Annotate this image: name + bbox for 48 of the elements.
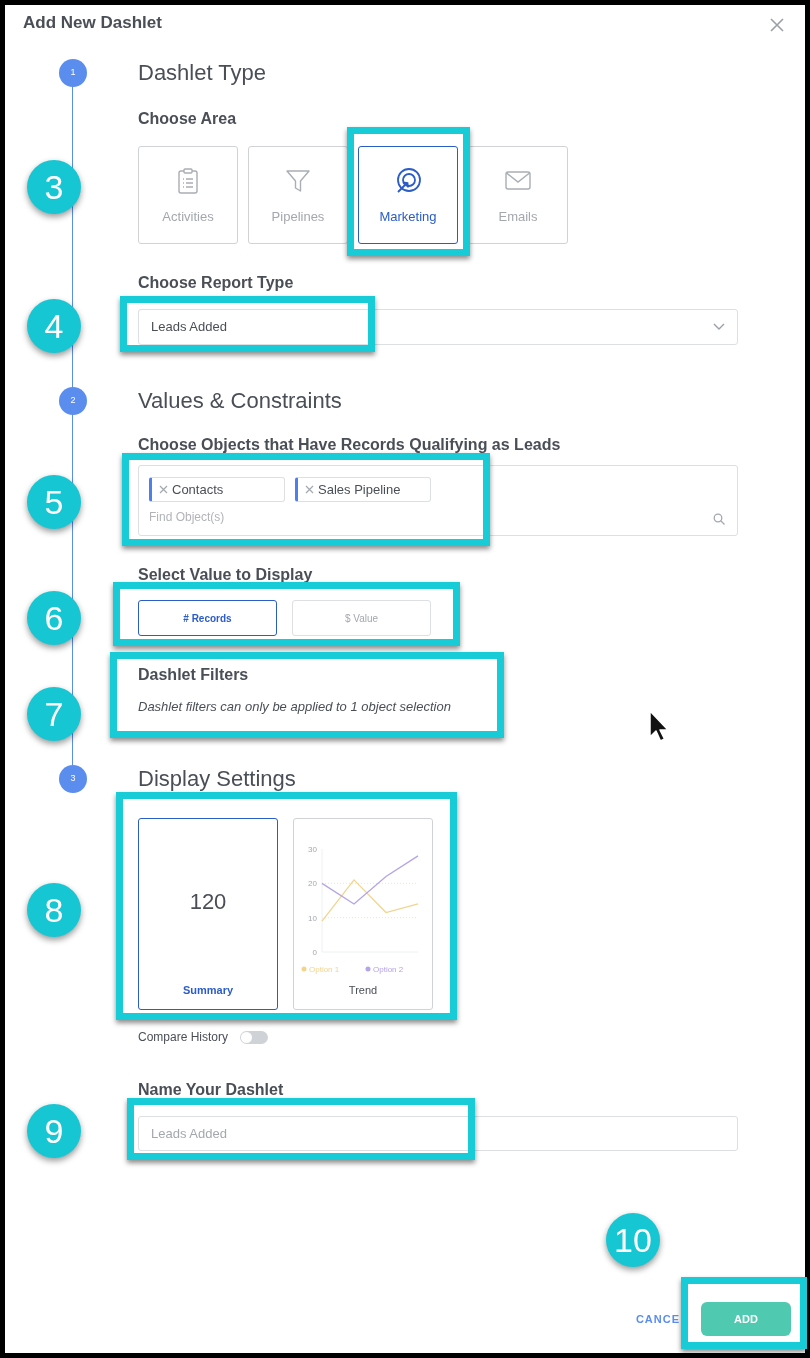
area-tile[interactable]: Marketing	[358, 146, 458, 244]
filters-note: Dashlet filters can only be applied to 1 object selection	[138, 698, 452, 716]
remove-icon[interactable]	[305, 485, 314, 494]
legend-label: Option 1	[309, 965, 340, 974]
legend-dot	[365, 966, 371, 972]
section-label: Name Your Dashlet	[138, 1080, 285, 1100]
close-button[interactable]	[769, 17, 785, 33]
display-option-card[interactable]: 0 10 20 30 Option 1 Option 2 Trend	[293, 818, 433, 1010]
legend-label: Option 2	[373, 965, 404, 974]
name-field[interactable]: Leads Added	[138, 1116, 738, 1151]
remove-icon[interactable]	[159, 485, 168, 494]
tag-label: Sales Pipeline	[318, 480, 401, 499]
cancel-button[interactable]: CANCE	[635, 1310, 680, 1328]
section-label: Choose Area	[138, 109, 238, 129]
card-label: Summary	[182, 982, 234, 998]
object-tag[interactable]: Sales Pipeline	[295, 477, 431, 502]
legend-dot	[301, 966, 307, 972]
target-icon	[394, 167, 422, 195]
axis-tick-label: 20	[308, 879, 317, 889]
step-number: 1	[59, 59, 87, 87]
section-label: Dashlet Filters	[138, 665, 250, 685]
toggle-switch[interactable]	[240, 1030, 269, 1044]
step-title: Values & Constraints	[138, 387, 342, 415]
axis-tick-label: 0	[312, 948, 317, 957]
object-tag[interactable]: Contacts	[149, 477, 285, 502]
step-number: 3	[59, 765, 87, 793]
card-label: Trend	[348, 982, 378, 998]
section-label: Choose Objects that Have Records Qualifying as Leads	[138, 435, 562, 455]
display-option-card[interactable]: 120 Summary	[138, 818, 278, 1010]
step-title: Dashlet Type	[138, 59, 266, 87]
value-option-button[interactable]: # Records	[138, 600, 277, 636]
objects-field[interactable]: Contacts Sales Pipeline Find Object(s)	[138, 465, 738, 536]
section-label: Choose Report Type	[138, 273, 295, 293]
funnel-icon	[284, 167, 312, 195]
chevron-down-icon	[713, 323, 725, 331]
section-label: Select Value to Display	[138, 565, 314, 585]
tag-label: Contacts	[172, 480, 224, 499]
axis-tick-label: 30	[308, 845, 317, 854]
dialog-title: Add New Dashlet	[23, 13, 162, 34]
close-icon	[770, 18, 784, 32]
select-value: Leads Added	[151, 318, 227, 337]
axis-tick-label: 10	[308, 913, 317, 923]
toggle-label: Compare History	[138, 1029, 229, 1046]
report-type-select[interactable]: Leads Added	[138, 309, 738, 345]
search-icon	[713, 513, 725, 525]
step-title: Display Settings	[138, 765, 296, 793]
step-number: 2	[59, 387, 87, 415]
summary-value: 120	[189, 889, 227, 915]
